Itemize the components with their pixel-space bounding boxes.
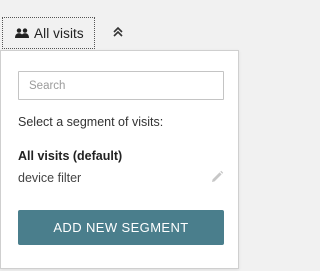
segment-dropdown-panel: Select a segment of visits: All visits (… — [0, 50, 239, 269]
users-icon — [15, 28, 29, 38]
segment-item-all-visits[interactable]: All visits (default) — [18, 148, 224, 170]
segment-item-label: device filter — [18, 171, 82, 185]
segment-selector-toggle[interactable]: All visits — [2, 17, 95, 49]
segment-editor: All visits Select a segment of visits: A… — [0, 0, 241, 271]
segment-search-input[interactable] — [18, 71, 224, 100]
pencil-icon[interactable] — [210, 170, 224, 184]
segment-prompt: Select a segment of visits: — [18, 115, 164, 129]
segment-list: All visits (default) device filter — [18, 148, 224, 192]
segment-item-label: All visits (default) — [18, 149, 123, 163]
add-new-segment-button[interactable]: ADD NEW SEGMENT — [18, 210, 224, 245]
chevron-double-up-icon[interactable] — [111, 25, 125, 39]
segment-item-device-filter[interactable]: device filter — [18, 170, 224, 192]
current-segment-label: All visits — [34, 25, 84, 41]
